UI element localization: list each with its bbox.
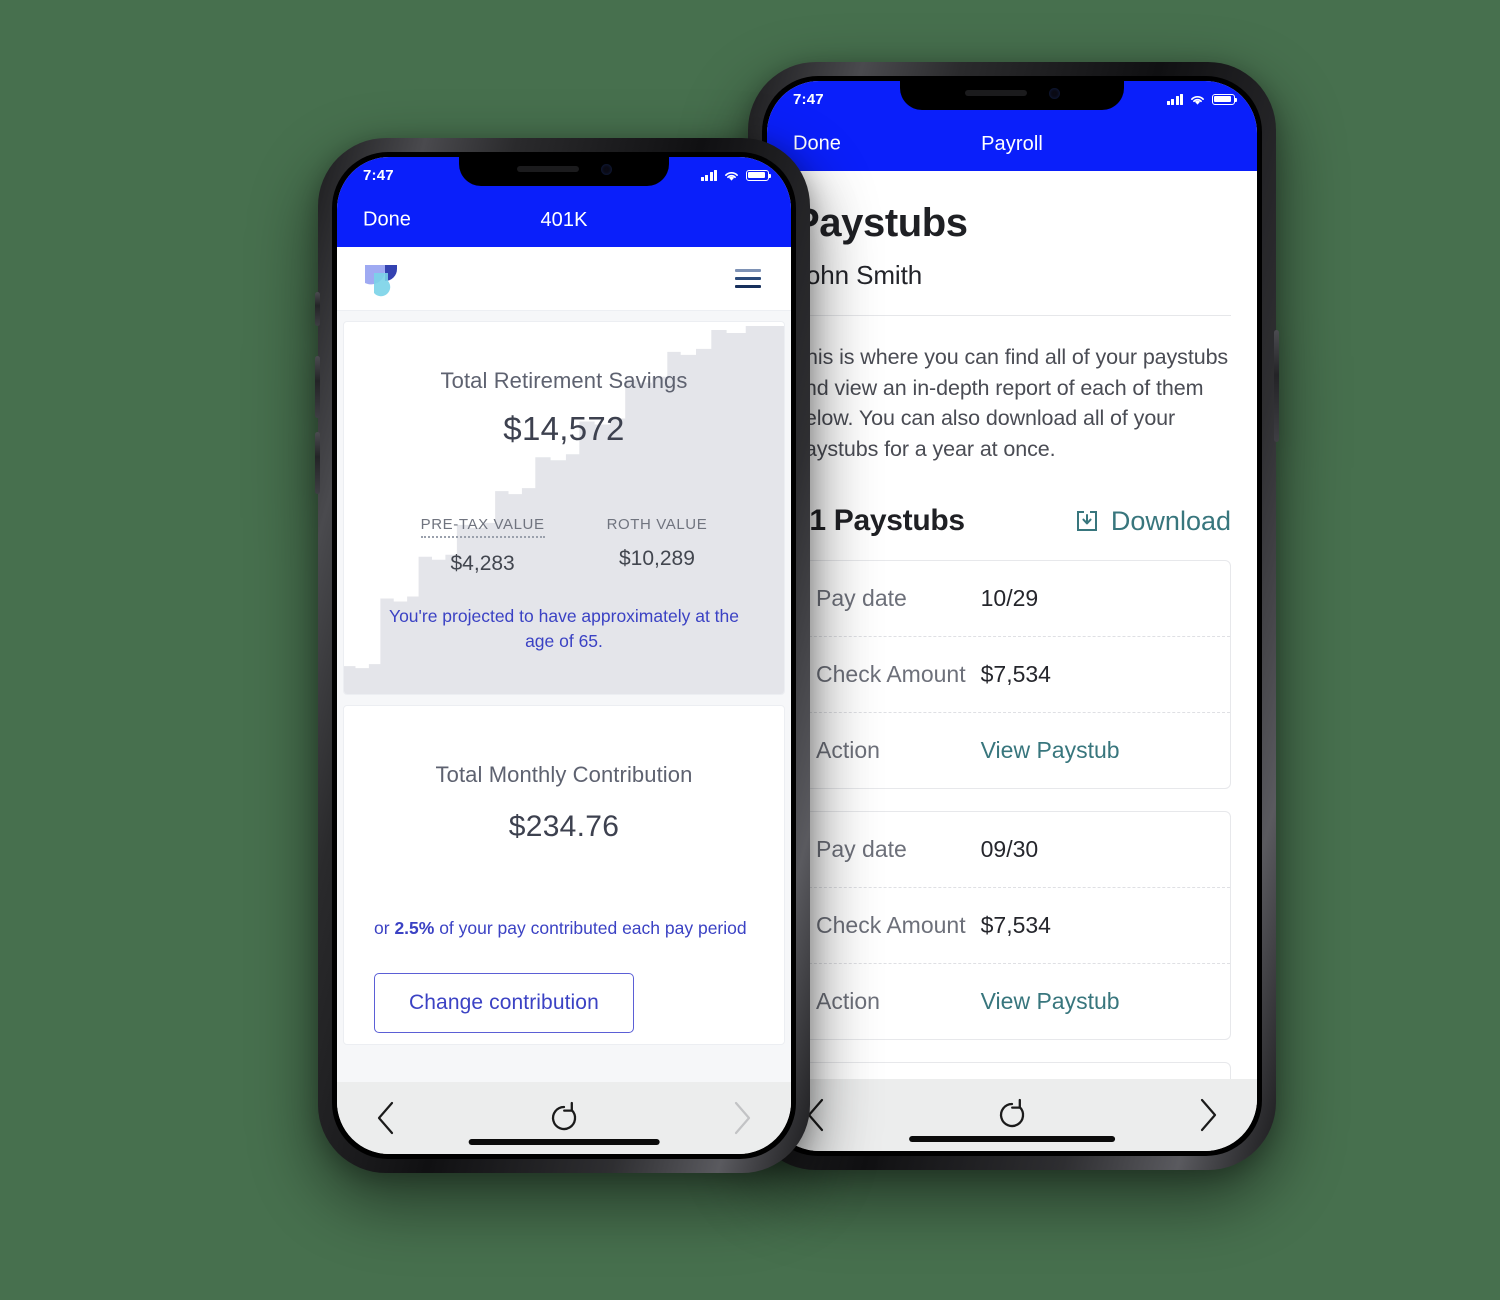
row-label-action: Action [816, 988, 880, 1015]
chevron-right-icon[interactable] [729, 1099, 755, 1137]
row-value-check-amount: $7,534 [980, 912, 1051, 939]
done-button[interactable]: Done [363, 209, 411, 232]
download-label: Download [1110, 505, 1231, 536]
front-camera-icon [1048, 87, 1060, 99]
contribution-card-body: Total Monthly Contribution $234.76 or 2.… [344, 706, 784, 1034]
brand-logo-icon[interactable] [361, 259, 401, 299]
reload-icon[interactable] [993, 1096, 1031, 1134]
battery-icon [746, 169, 772, 181]
row-value-check-amount: $7,534 [980, 661, 1051, 688]
view-paystub-link[interactable]: View Paystub [981, 737, 1120, 764]
table-row: Pay date 09/30 [794, 812, 1230, 887]
401k-screen: 7:47 Done 401K Total Retirement Savings … [337, 157, 791, 1154]
notch [459, 152, 669, 186]
401k-scroll[interactable]: Total Retirement Savings $14,572 PRE-TAX… [337, 311, 791, 1082]
paystub-card[interactable]: Pay date 09/30 Check Amount $7,534 Actio… [793, 811, 1231, 1041]
roth-value: $10,289 [619, 547, 695, 570]
row-label-action: Action [816, 737, 880, 764]
earpiece-speaker-icon [964, 90, 1027, 96]
row-label-check-amount: Check Amount [816, 661, 966, 688]
wifi-icon [1191, 95, 1204, 105]
status-time: 7:47 [793, 90, 824, 108]
rate-prefix: or [374, 918, 395, 938]
page-title: Paystubs [793, 201, 968, 245]
reload-icon[interactable] [545, 1099, 583, 1137]
savings-label: Total Retirement Savings [440, 368, 688, 393]
savings-value: $14,572 [503, 410, 625, 447]
cellular-bars-icon [700, 169, 717, 181]
payroll-screen: 7:47 Done Payroll Paystubs John Smith Th… [767, 81, 1257, 1151]
table-row: Action View Paystub [794, 963, 1230, 1039]
cellular-bars-icon [1166, 93, 1183, 105]
payroll-scroll[interactable]: Paystubs John Smith This is where you ca… [767, 171, 1257, 1079]
phone-payroll: 7:47 Done Payroll Paystubs John Smith Th… [748, 62, 1279, 1170]
silent-switch[interactable] [315, 292, 320, 326]
row-value-pay-date: 09/30 [980, 836, 1039, 863]
nav-bar: Done 401K [337, 193, 791, 247]
employee-name: John Smith [793, 260, 923, 290]
savings-split: PRE-TAX VALUE $4,283 ROTH VALUE $10,289 [374, 516, 754, 576]
roth-column: ROTH VALUE $10,289 [607, 516, 708, 576]
hamburger-menu-icon[interactable] [735, 269, 761, 288]
chevron-right-icon[interactable] [1195, 1096, 1221, 1134]
home-indicator[interactable] [909, 1136, 1115, 1142]
battery-icon [1212, 93, 1238, 105]
table-row: Check Amount $7,534 [794, 887, 1230, 963]
pretax-column: PRE-TAX VALUE $4,283 [420, 516, 545, 576]
paystub-card[interactable]: Pay date 10/29 Check Amount $7,534 Actio… [793, 560, 1231, 790]
download-tray-icon [1076, 511, 1097, 532]
status-indicators [700, 169, 772, 182]
screenshot-stage: 7:47 Done Payroll Paystubs John Smith Th… [0, 0, 1500, 1300]
divider [793, 315, 1231, 316]
status-time: 7:47 [363, 166, 394, 184]
power-button[interactable] [1274, 330, 1279, 442]
401k-page: Total Retirement Savings $14,572 PRE-TAX… [337, 247, 791, 1082]
payroll-page: Paystubs John Smith This is where you ca… [767, 171, 1257, 1079]
row-label-pay-date: Pay date [816, 836, 907, 863]
download-button[interactable]: Download [1075, 506, 1231, 537]
pretax-value: $4,283 [450, 552, 515, 575]
nav-bar: Done Payroll [767, 117, 1257, 171]
wifi-icon [725, 171, 738, 181]
nav-title: 401K [540, 208, 588, 231]
contribution-label: Total Monthly Contribution [435, 762, 693, 787]
paystub-count: 21 Paystubs [793, 504, 965, 538]
page-description: This is where you can find all of your p… [793, 345, 1229, 461]
table-row: Action View Paystub [794, 712, 1230, 788]
done-button[interactable]: Done [793, 133, 841, 156]
roth-label: ROTH VALUE [606, 516, 708, 533]
earpiece-speaker-icon [516, 166, 579, 172]
home-indicator[interactable] [468, 1139, 660, 1145]
projection-text: You're projected to have approximately a… [389, 606, 739, 651]
paystub-card-partial[interactable] [793, 1062, 1231, 1079]
volume-down-button[interactable] [315, 432, 320, 494]
row-label-pay-date: Pay date [816, 585, 907, 612]
monthly-contribution-card: Total Monthly Contribution $234.76 or 2.… [343, 705, 785, 1045]
front-camera-icon [600, 163, 612, 175]
phone-401k: 7:47 Done 401K Total Retirement Savings … [315, 138, 810, 1173]
view-paystub-link[interactable]: View Paystub [981, 988, 1120, 1015]
total-retirement-savings-card: Total Retirement Savings $14,572 PRE-TAX… [343, 321, 785, 695]
contribution-value: $234.76 [508, 810, 620, 843]
volume-up-button[interactable] [315, 356, 320, 418]
chevron-left-icon[interactable] [373, 1099, 399, 1137]
row-label-check-amount: Check Amount [816, 912, 966, 939]
savings-card-body: Total Retirement Savings $14,572 PRE-TAX… [344, 322, 784, 654]
table-row: Check Amount $7,534 [794, 636, 1230, 712]
paystub-count-row: 21 Paystubs Download [793, 504, 1231, 538]
status-indicators [1166, 93, 1238, 106]
app-header [337, 247, 791, 311]
rate-percent: 2.5% [394, 918, 435, 938]
change-contribution-button[interactable]: Change contribution [374, 973, 634, 1034]
contribution-rate-text: or 2.5% of your pay contributed each pay… [374, 916, 754, 941]
nav-title: Payroll [981, 132, 1043, 155]
browser-toolbar [767, 1079, 1257, 1151]
notch [900, 76, 1124, 110]
table-row: Pay date 10/29 [794, 561, 1230, 636]
rate-suffix: of your pay contributed each pay period [434, 918, 747, 938]
browser-toolbar [337, 1082, 791, 1154]
pretax-label[interactable]: PRE-TAX VALUE [420, 516, 545, 538]
row-value-pay-date: 10/29 [980, 585, 1039, 612]
